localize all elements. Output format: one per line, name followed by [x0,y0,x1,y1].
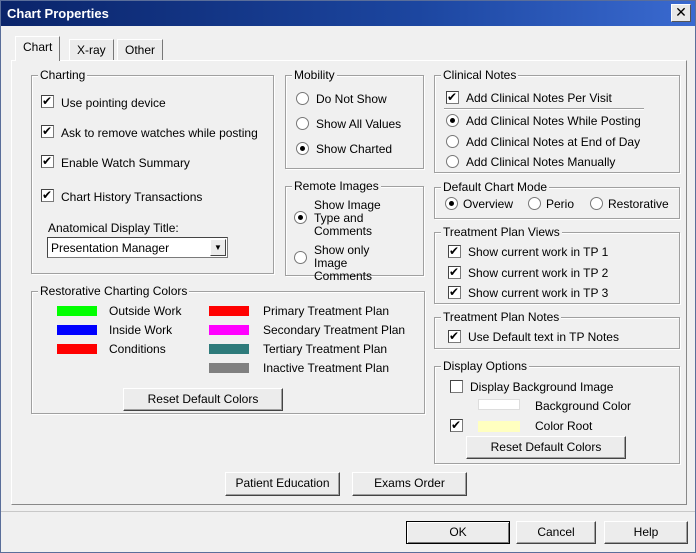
tertiary-tp-swatch[interactable] [209,344,249,354]
chart-mode-restorative-label: Restorative [608,197,669,211]
mobility-show-charted-radio[interactable] [296,142,309,155]
inside-work-label: Inside Work [109,323,173,337]
clinical-notes-end-of-day-label: Add Clinical Notes at End of Day [466,135,641,149]
anatomical-display-value: Presentation Manager [51,241,170,255]
anatomical-display-select[interactable]: Presentation Manager ▼ [47,237,228,258]
close-button[interactable]: ✕ [671,4,691,22]
clinical-notes-per-visit-checkbox[interactable] [446,90,459,104]
cancel-button[interactable]: Cancel [516,521,596,544]
default-tp-notes-checkbox[interactable] [448,329,461,343]
primary-tp-label: Primary Treatment Plan [263,304,390,318]
clinical-notes-while-posting-label: Add Clinical Notes While Posting [466,114,641,128]
restorative-reset-default-colors-button[interactable]: Reset Default Colors [123,388,283,411]
window-title: Chart Properties [7,6,109,21]
mobility-do-not-show-radio[interactable] [296,92,309,105]
outside-work-label: Outside Work [109,304,182,318]
exams-order-button[interactable]: Exams Order [352,472,467,496]
chart-mode-overview-label: Overview [463,197,514,211]
clinical-notes-separator [444,108,644,110]
mobility-legend: Mobility [292,68,337,82]
enable-watch-summary-checkbox[interactable] [41,154,54,168]
ask-remove-watches-checkbox[interactable] [41,124,54,138]
chart-history-transactions-label: Chart History Transactions [61,190,203,204]
remote-images-legend: Remote Images [292,179,381,193]
title-bar[interactable]: Chart Properties ✕ [1,1,695,26]
mobility-show-charted-label: Show Charted [316,142,393,156]
inactive-tp-label: Inactive Treatment Plan [263,361,390,375]
anatomical-display-title-label: Anatomical Display Title: [48,221,179,235]
footer-divider [1,511,695,512]
conditions-swatch[interactable] [57,344,97,354]
chart-properties-dialog: Chart Properties ✕ Chart X-ray Other Cha… [0,0,696,553]
chart-mode-overview-radio[interactable] [445,197,458,210]
default-chart-mode-legend: Default Chart Mode [441,180,550,194]
display-background-image-checkbox[interactable] [450,380,463,393]
background-color-label: Background Color [535,399,632,413]
enable-watch-summary-label: Enable Watch Summary [61,156,190,170]
tp3-checkbox[interactable] [448,285,461,299]
ok-button[interactable]: OK [406,521,510,544]
show-only-comments-label: Show only Image Comments [314,243,373,283]
use-pointing-device-label: Use pointing device [61,96,166,110]
inactive-tp-swatch[interactable] [209,363,249,373]
chart-history-transactions-checkbox[interactable] [41,188,54,202]
display-background-image-label: Display Background Image [470,380,614,394]
tp2-label: Show current work in TP 2 [468,266,609,280]
color-root-checkbox[interactable] [450,418,463,432]
display-reset-default-colors-button[interactable]: Reset Default Colors [466,436,626,459]
default-tp-notes-label: Use Default text in TP Notes [468,330,619,344]
tp3-label: Show current work in TP 3 [468,286,609,300]
show-image-type-radio[interactable] [294,211,307,224]
display-options-legend: Display Options [441,359,530,373]
tp1-label: Show current work in TP 1 [468,245,609,259]
treatment-plan-notes-legend: Treatment Plan Notes [441,310,562,324]
background-color-swatch[interactable] [478,399,520,410]
use-pointing-device-checkbox[interactable] [41,94,54,108]
primary-tp-swatch[interactable] [209,306,249,316]
secondary-tp-label: Secondary Treatment Plan [263,323,406,337]
tab-other[interactable]: Other [117,39,164,60]
clinical-notes-manually-radio[interactable] [446,155,459,168]
tab-chart[interactable]: Chart [15,36,61,61]
chart-mode-restorative-radio[interactable] [590,197,603,210]
patient-education-button[interactable]: Patient Education [225,472,340,496]
ask-remove-watches-label: Ask to remove watches while posting [61,126,258,140]
inside-work-swatch[interactable] [57,325,97,335]
show-image-type-label: Show Image Type and Comments [314,198,381,238]
clinical-notes-per-visit-label: Add Clinical Notes Per Visit [466,91,612,105]
chart-mode-perio-radio[interactable] [528,197,541,210]
tp1-checkbox[interactable] [448,244,461,258]
chart-mode-perio-label: Perio [546,197,575,211]
color-root-label: Color Root [535,419,593,433]
help-button[interactable]: Help [604,521,688,544]
tertiary-tp-label: Tertiary Treatment Plan [263,342,388,356]
clinical-notes-manually-label: Add Clinical Notes Manually [466,155,616,169]
tp2-checkbox[interactable] [448,265,461,279]
charting-legend: Charting [38,68,88,82]
chevron-down-icon[interactable]: ▼ [210,239,226,256]
color-root-swatch[interactable] [478,421,520,432]
tab-xray[interactable]: X-ray [69,39,114,60]
clinical-notes-end-of-day-radio[interactable] [446,135,459,148]
conditions-label: Conditions [109,342,166,356]
clinical-notes-while-posting-radio[interactable] [446,114,459,127]
show-only-comments-radio[interactable] [294,251,307,264]
outside-work-swatch[interactable] [57,306,97,316]
mobility-show-all-label: Show All Values [316,117,402,131]
clinical-notes-legend: Clinical Notes [441,68,519,82]
treatment-plan-views-legend: Treatment Plan Views [441,225,562,239]
mobility-do-not-show-label: Do Not Show [316,92,387,106]
secondary-tp-swatch[interactable] [209,325,249,335]
mobility-show-all-radio[interactable] [296,117,309,130]
restorative-colors-legend: Restorative Charting Colors [38,284,190,298]
